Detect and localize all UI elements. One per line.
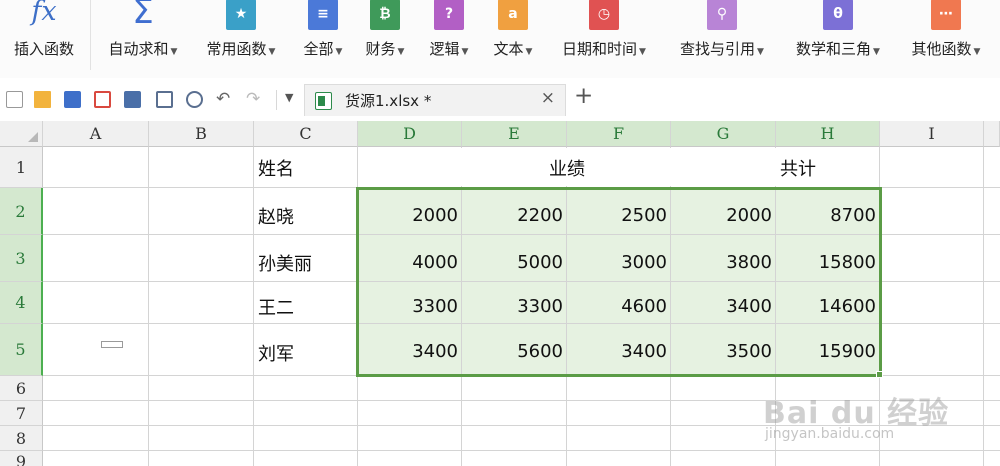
common-functions-label: 常用函数 <box>206 40 267 58</box>
fill-handle[interactable] <box>876 371 883 378</box>
dropdown-caret-icon: ▼ <box>461 47 469 57</box>
gridline-h <box>43 450 1000 451</box>
autosum-button[interactable]: Σ 自动求和 ▼ <box>98 0 188 78</box>
row-header-6[interactable]: 6 <box>0 376 43 401</box>
column-header-b[interactable]: B <box>149 121 254 147</box>
column-header-g[interactable]: G <box>671 121 776 147</box>
new-file-icon[interactable] <box>6 91 23 108</box>
column-header-c[interactable]: C <box>254 121 358 147</box>
column-header-f[interactable]: F <box>567 121 671 147</box>
selection-border <box>356 187 882 377</box>
cell-c3[interactable]: 孙美丽 <box>258 250 312 276</box>
tab-label: 货源1.xlsx * <box>345 92 432 110</box>
row-header-1[interactable]: 1 <box>0 147 43 188</box>
column-header-e[interactable]: E <box>462 121 567 147</box>
row-header-7[interactable]: 7 <box>0 401 43 426</box>
theta-book-icon: θ <box>823 0 853 30</box>
row-header-9[interactable]: 9 <box>0 451 43 466</box>
add-tab-icon[interactable]: + <box>574 83 593 109</box>
more-dropdown-icon[interactable]: ▼ <box>285 90 297 106</box>
cell-d1-merged[interactable]: 业绩 <box>358 155 776 181</box>
date-time-label: 日期和时间 <box>562 40 638 58</box>
gridline-v <box>253 147 254 466</box>
finance-book-icon: ₿ <box>370 0 400 30</box>
gridline-v <box>983 147 984 466</box>
dropdown-caret-icon: ▼ <box>873 47 880 57</box>
open-folder-icon[interactable] <box>34 91 51 108</box>
dropdown-caret-icon: ▼ <box>268 47 276 57</box>
toolbar-divider <box>276 90 277 110</box>
cell-c1[interactable]: 姓名 <box>258 155 294 181</box>
column-header-h[interactable]: H <box>776 121 880 147</box>
column-header-i[interactable]: I <box>880 121 984 147</box>
row-header-2[interactable]: 2 <box>0 188 43 235</box>
dropdown-caret-icon: ▼ <box>525 47 533 57</box>
logic-label: 逻辑 <box>429 40 460 58</box>
cell-c4[interactable]: 王二 <box>258 294 294 320</box>
all-functions-button[interactable]: ≡ 全部 ▼ <box>294 0 352 78</box>
common-functions-button[interactable]: ★ 常用函数 ▼ <box>196 0 286 78</box>
clock-book-icon: ◷ <box>589 0 619 30</box>
lookup-reference-label: 查找与引用 <box>680 40 756 58</box>
dropdown-caret-icon: ▼ <box>170 47 178 57</box>
logic-book-icon: ? <box>434 0 464 30</box>
tab-document[interactable]: 货源1.xlsx * × <box>304 84 566 116</box>
text-book-icon: a <box>498 0 528 30</box>
formula-ribbon: fx 插入函数 Σ 自动求和 ▼ ★ 常用函数 ▼ ≡ 全部 ▼ ₿ 财务 ▼ ? 逻辑… <box>0 0 1000 78</box>
star-book-icon: ★ <box>226 0 256 30</box>
date-time-button[interactable]: ◷ 日期和时间 ▼ <box>548 0 660 78</box>
text-functions-button[interactable]: a 文本 ▼ <box>484 0 542 78</box>
column-header-overflow <box>984 121 1000 147</box>
excel-file-icon <box>315 92 332 110</box>
insert-function-label: 插入函数 <box>13 40 74 58</box>
ribbon-divider <box>90 0 91 70</box>
fx-icon: fx <box>31 0 57 27</box>
close-tab-icon[interactable]: × <box>541 88 555 108</box>
select-all-corner[interactable] <box>0 121 43 147</box>
redo-icon[interactable]: ↷ <box>246 90 266 110</box>
search-book-icon: ⚲ <box>707 0 737 30</box>
finance-button[interactable]: ₿ 财务 ▼ <box>356 0 414 78</box>
lookup-reference-button[interactable]: ⚲ 查找与引用 ▼ <box>666 0 778 78</box>
dropdown-caret-icon: ▼ <box>639 47 646 57</box>
math-trig-button[interactable]: θ 数学和三角 ▼ <box>782 0 894 78</box>
gridline-v <box>148 147 149 466</box>
row-header-3[interactable]: 3 <box>0 235 43 282</box>
column-header-d[interactable]: D <box>358 121 462 147</box>
dropdown-caret-icon: ▼ <box>973 47 981 57</box>
print-icon[interactable] <box>124 91 141 108</box>
insert-function-button[interactable]: fx 插入函数 <box>0 0 88 78</box>
more-book-icon: ⋯ <box>931 0 961 30</box>
sigma-icon: Σ <box>132 0 154 32</box>
math-trig-label: 数学和三角 <box>796 40 872 58</box>
cell-a5-marker <box>101 341 123 348</box>
dropdown-caret-icon: ▼ <box>757 47 764 57</box>
column-header-a[interactable]: A <box>43 121 149 147</box>
other-functions-button[interactable]: ⋯ 其他函数 ▼ <box>898 0 994 78</box>
baidu-watermark: Bai du 经验 jingyan.baidu.com <box>763 388 949 442</box>
autosum-label: 自动求和 <box>108 40 169 58</box>
cell-h1[interactable]: 共计 <box>780 155 816 181</box>
all-functions-label: 全部 <box>303 40 334 58</box>
logic-button[interactable]: ? 逻辑 ▼ <box>420 0 478 78</box>
list-book-icon: ≡ <box>308 0 338 30</box>
text-functions-label: 文本 <box>493 40 524 58</box>
dropdown-caret-icon: ▼ <box>397 47 405 57</box>
finance-label: 财务 <box>365 40 396 58</box>
dropdown-caret-icon: ▼ <box>335 47 343 57</box>
cell-c2[interactable]: 赵晓 <box>258 203 294 229</box>
watermark-url: jingyan.baidu.com <box>765 426 895 442</box>
cell-c5[interactable]: 刘军 <box>258 340 294 366</box>
spreadsheet-window: fx 插入函数 Σ 自动求和 ▼ ★ 常用函数 ▼ ≡ 全部 ▼ ₿ 财务 ▼ ? 逻辑… <box>0 0 1000 466</box>
print-preview-icon[interactable] <box>156 91 173 108</box>
preview-icon[interactable] <box>186 91 203 108</box>
undo-icon[interactable]: ↶ <box>216 90 236 110</box>
row-header-5[interactable]: 5 <box>0 324 43 376</box>
save-icon[interactable] <box>64 91 81 108</box>
row-header-4[interactable]: 4 <box>0 282 43 324</box>
other-functions-label: 其他函数 <box>911 40 972 58</box>
row-header-8[interactable]: 8 <box>0 426 43 451</box>
export-pdf-icon[interactable] <box>94 91 111 108</box>
